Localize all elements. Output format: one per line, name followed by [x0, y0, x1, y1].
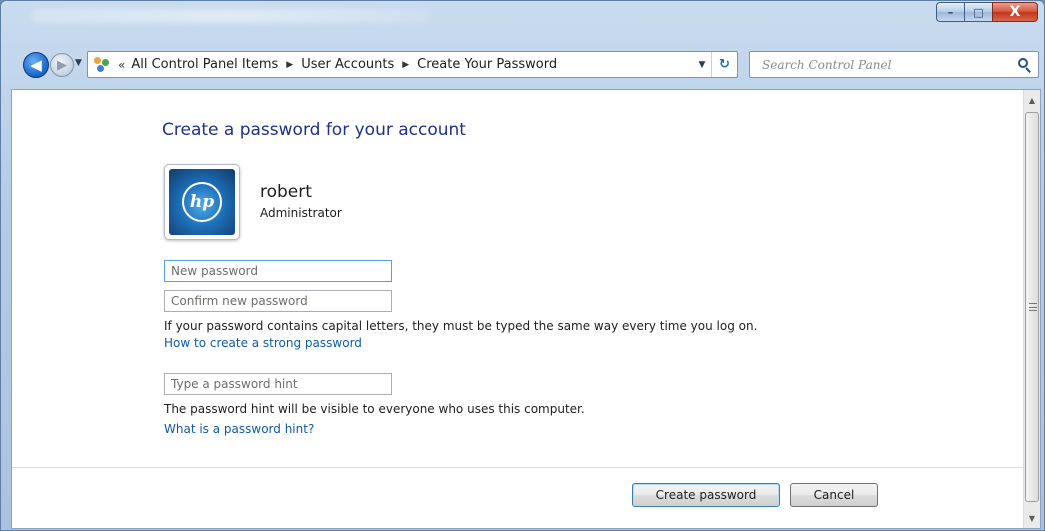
user-name: robert: [260, 182, 312, 202]
user-picture: hp: [169, 169, 235, 235]
maximize-button[interactable]: □: [964, 2, 992, 22]
password-hint-link[interactable]: What is a password hint?: [164, 422, 314, 436]
minimize-button[interactable]: –: [936, 2, 964, 22]
control-panel-window: – □ X ◀ ▶ ▼ « All Control Panel Items ▶ …: [0, 0, 1045, 531]
scrollbar-thumb[interactable]: [1025, 112, 1039, 502]
vertical-scrollbar[interactable]: ▲ ▼: [1023, 90, 1040, 528]
navigation-bar: ◀ ▶ ▼ « All Control Panel Items ▶ User A…: [1, 51, 1044, 79]
window-controls: – □ X: [936, 2, 1038, 22]
user-role: Administrator: [260, 206, 342, 220]
search-input[interactable]: [762, 57, 992, 72]
back-button[interactable]: ◀: [23, 52, 49, 78]
main-content: Create a password for your account hp ro…: [11, 89, 1041, 529]
breadcrumb-separator-icon[interactable]: ▶: [402, 60, 409, 70]
refresh-icon: ↻: [719, 57, 730, 72]
breadcrumb-user-accounts[interactable]: User Accounts: [301, 57, 394, 72]
search-box: [749, 51, 1039, 78]
blurred-title-tabs: [31, 9, 431, 23]
footer-divider: [12, 467, 1024, 468]
scrollbar-grip-icon: [1029, 303, 1037, 311]
address-bar[interactable]: « All Control Panel Items ▶ User Account…: [87, 51, 738, 78]
breadcrumb: « All Control Panel Items ▶ User Account…: [88, 52, 693, 77]
hp-logo-icon: hp: [182, 182, 222, 222]
cancel-button[interactable]: Cancel: [790, 483, 878, 507]
title-bar[interactable]: – □ X: [1, 1, 1044, 41]
breadcrumb-overflow-button[interactable]: «: [118, 58, 125, 72]
scroll-down-icon[interactable]: ▼: [1024, 510, 1040, 526]
breadcrumb-separator-icon[interactable]: ▶: [286, 60, 293, 70]
close-button[interactable]: X: [992, 2, 1038, 22]
strong-password-link[interactable]: How to create a strong password: [164, 336, 362, 350]
refresh-button[interactable]: ↻: [711, 52, 737, 77]
password-hint-field[interactable]: [164, 373, 392, 395]
breadcrumb-all-control-panel-items[interactable]: All Control Panel Items: [131, 57, 278, 72]
forward-button[interactable]: ▶: [50, 53, 74, 77]
control-panel-icon: [94, 56, 112, 73]
capital-letters-note: If your password contains capital letter…: [164, 319, 758, 333]
create-password-button[interactable]: Create password: [632, 483, 780, 507]
new-password-field[interactable]: [164, 260, 392, 282]
page-title: Create a password for your account: [162, 120, 466, 140]
scroll-up-icon[interactable]: ▲: [1024, 92, 1040, 108]
back-arrow-icon: ◀: [30, 56, 42, 74]
breadcrumb-create-your-password[interactable]: Create Your Password: [417, 57, 557, 72]
address-history-dropdown[interactable]: ▼: [693, 60, 711, 70]
hint-visibility-note: The password hint will be visible to eve…: [164, 402, 585, 416]
avatar: hp: [164, 164, 240, 240]
forward-arrow-icon: ▶: [57, 57, 67, 73]
confirm-password-field[interactable]: [164, 290, 392, 312]
recent-pages-dropdown[interactable]: ▼: [75, 58, 82, 68]
search-icon[interactable]: [1018, 57, 1032, 73]
